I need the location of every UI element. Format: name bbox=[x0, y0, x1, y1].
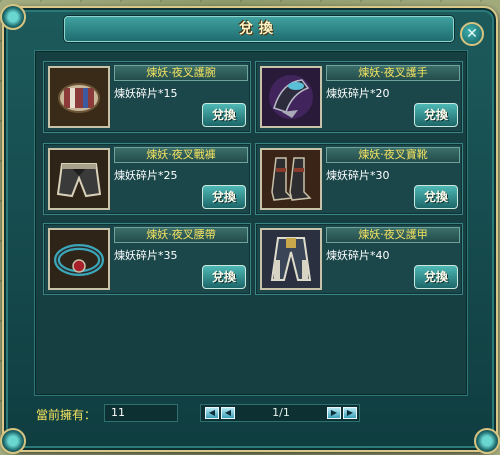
pagination: ◀ ◀ 1/1 ▶ ▶ bbox=[200, 404, 360, 422]
item-name-bar: 煉妖·夜叉護甲 bbox=[326, 227, 460, 243]
item-name: 煉妖·夜叉寶靴 bbox=[358, 148, 428, 161]
exchange-button[interactable]: 兌換 bbox=[414, 185, 458, 209]
item-slot-pants: 煉妖·夜叉戰褲 煉妖碎片*25 兌換 bbox=[43, 143, 251, 215]
boots-icon[interactable] bbox=[260, 148, 322, 210]
prev-page-button[interactable]: ◀ bbox=[221, 407, 235, 419]
last-page-button[interactable]: ▶ bbox=[343, 407, 357, 419]
item-name: 煉妖·夜叉護腕 bbox=[146, 66, 216, 79]
item-slot-boots: 煉妖·夜叉寶靴 煉妖碎片*30 兌換 bbox=[255, 143, 463, 215]
pants-icon[interactable] bbox=[48, 148, 110, 210]
owned-value: 11 bbox=[104, 404, 178, 422]
corner-ornament-icon bbox=[0, 4, 26, 30]
item-name-bar: 煉妖·夜叉腰帶 bbox=[114, 227, 248, 243]
item-name: 煉妖·夜叉護甲 bbox=[358, 228, 428, 241]
item-cost: 煉妖碎片*30 bbox=[326, 169, 390, 182]
exchange-button[interactable]: 兌換 bbox=[202, 185, 246, 209]
owned-label: 當前擁有： bbox=[36, 408, 97, 422]
next-page-button[interactable]: ▶ bbox=[327, 407, 341, 419]
window-title-bar: 兌換 bbox=[64, 16, 454, 42]
item-name-bar: 煉妖·夜叉護手 bbox=[326, 65, 460, 81]
item-name-bar: 煉妖·夜叉戰褲 bbox=[114, 147, 248, 163]
item-cost: 煉妖碎片*40 bbox=[326, 249, 390, 262]
item-slot-belt: 煉妖·夜叉腰帶 煉妖碎片*35 兌換 bbox=[43, 223, 251, 295]
item-name-bar: 煉妖·夜叉寶靴 bbox=[326, 147, 460, 163]
item-cost: 煉妖碎片*15 bbox=[114, 87, 178, 100]
armor-icon[interactable] bbox=[260, 228, 322, 290]
corner-ornament-icon bbox=[0, 428, 26, 454]
close-button[interactable]: ✕ bbox=[460, 22, 484, 46]
page-indicator: 1/1 bbox=[272, 406, 290, 419]
exchange-button[interactable]: 兌換 bbox=[202, 103, 246, 127]
item-slot-gauntlet: 煉妖·夜叉護手 煉妖碎片*20 兌換 bbox=[255, 61, 463, 133]
item-name: 煉妖·夜叉護手 bbox=[358, 66, 428, 79]
exchange-button[interactable]: 兌換 bbox=[414, 103, 458, 127]
exchange-button[interactable]: 兌換 bbox=[202, 265, 246, 289]
item-slot-armor: 煉妖·夜叉護甲 煉妖碎片*40 兌換 bbox=[255, 223, 463, 295]
item-cost: 煉妖碎片*25 bbox=[114, 169, 178, 182]
gauntlet-icon[interactable] bbox=[260, 66, 322, 128]
corner-ornament-icon bbox=[474, 428, 500, 454]
first-page-button[interactable]: ◀ bbox=[205, 407, 219, 419]
belt-icon[interactable] bbox=[48, 228, 110, 290]
item-name: 煉妖·夜叉戰褲 bbox=[146, 148, 216, 161]
item-name-bar: 煉妖·夜叉護腕 bbox=[114, 65, 248, 81]
window-title: 兌換 bbox=[239, 21, 279, 37]
item-name: 煉妖·夜叉腰帶 bbox=[146, 228, 216, 241]
exchange-button[interactable]: 兌換 bbox=[414, 265, 458, 289]
item-cost: 煉妖碎片*35 bbox=[114, 249, 178, 262]
item-slot-bracer: 煉妖·夜叉護腕 煉妖碎片*15 兌換 bbox=[43, 61, 251, 133]
items-panel: 煉妖·夜叉護腕 煉妖碎片*15 兌換 煉妖·夜叉護手 煉妖碎片*20 兌換 煉妖… bbox=[34, 50, 468, 396]
bracer-icon[interactable] bbox=[48, 66, 110, 128]
item-cost: 煉妖碎片*20 bbox=[326, 87, 390, 100]
